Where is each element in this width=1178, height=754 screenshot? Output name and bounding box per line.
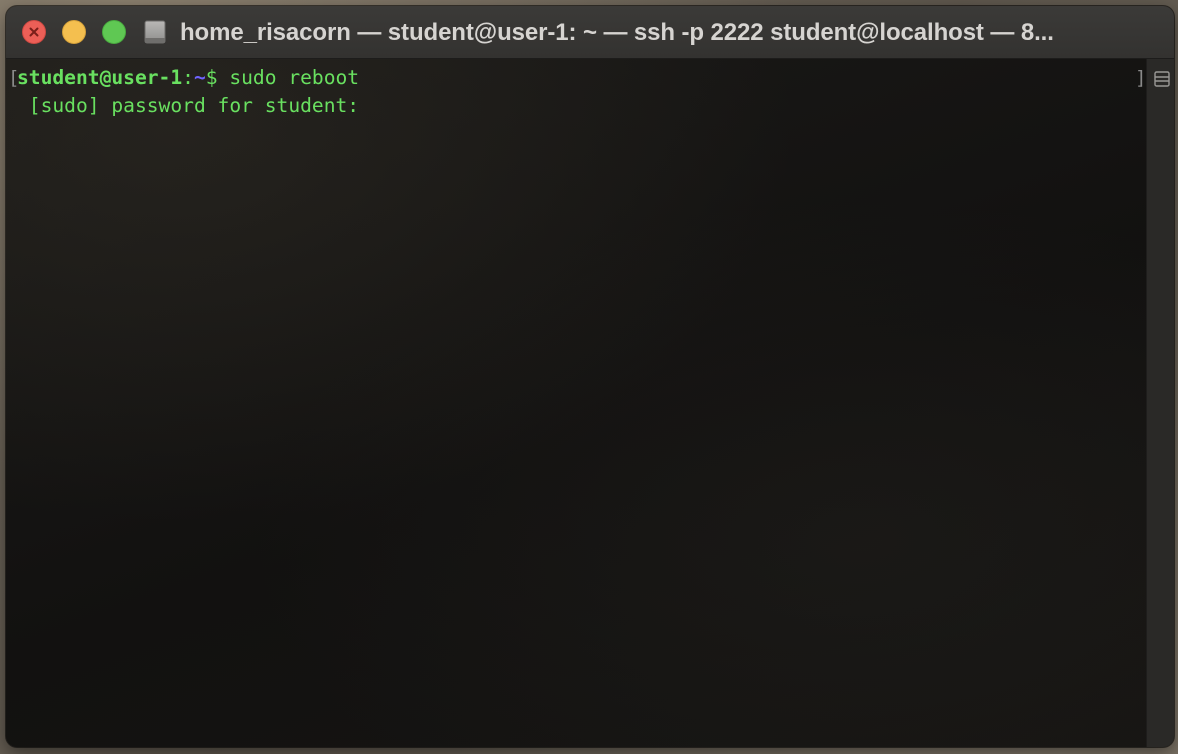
split-pane-icon[interactable] (1154, 71, 1170, 87)
scrollbar[interactable] (1146, 59, 1174, 747)
window-title: home_risacorn — student@user-1: ~ — ssh … (180, 19, 1054, 46)
title-bar[interactable]: home_risacorn — student@user-1: ~ — ssh … (6, 6, 1174, 59)
terminal-window: home_risacorn — student@user-1: ~ — ssh … (6, 6, 1174, 747)
terminal-content[interactable]: [ student@user-1:~$ sudo reboot [sudo] p… (6, 59, 1146, 747)
prompt-line: student@user-1:~$ sudo reboot (17, 64, 359, 92)
prompt-user-host: student@user-1 (17, 66, 183, 89)
disk-icon (144, 20, 166, 44)
prompt-path: ~ (193, 66, 206, 89)
mark-bracket-right: ] (1135, 67, 1147, 89)
prompt-symbol: $ (205, 66, 218, 89)
zoom-button[interactable] (102, 20, 126, 44)
output-line: [sudo] password for student: (17, 94, 360, 117)
close-button[interactable] (22, 20, 46, 44)
window-title-area: home_risacorn — student@user-1: ~ — ssh … (142, 17, 1152, 47)
command-text: sudo reboot (217, 66, 360, 89)
minimize-button[interactable] (62, 20, 86, 44)
prompt-colon: : (182, 66, 194, 89)
close-icon (29, 27, 39, 37)
